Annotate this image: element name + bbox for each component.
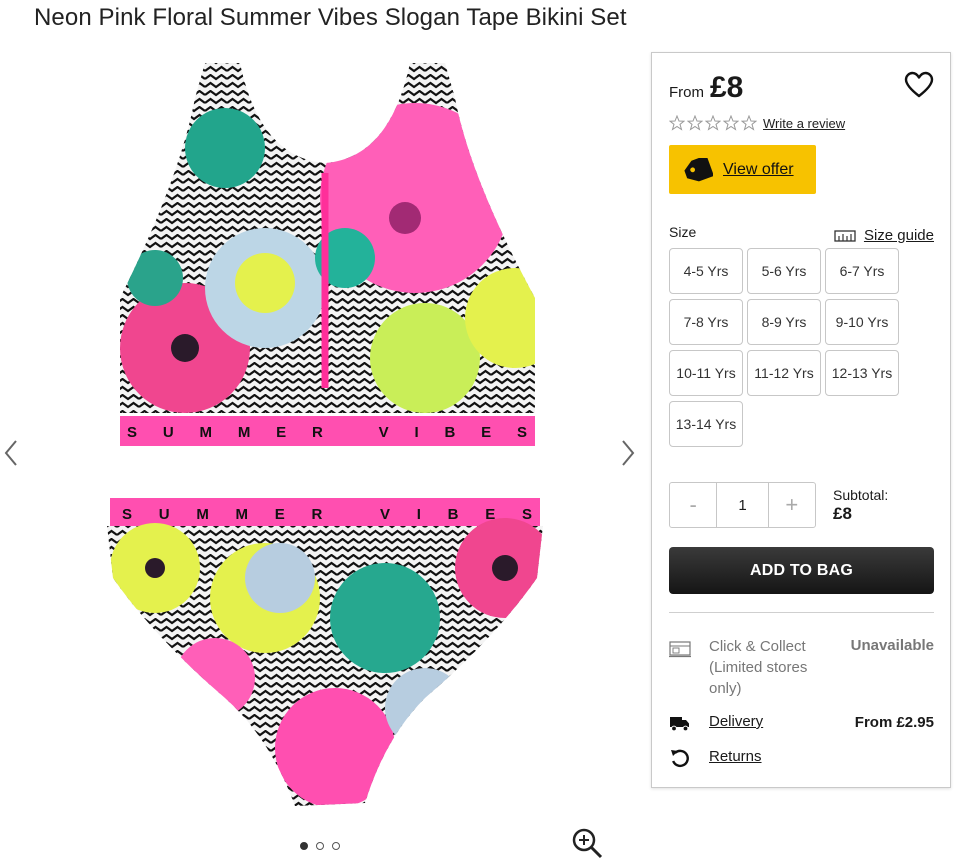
zoom-in-icon[interactable] xyxy=(570,826,604,860)
size-label: Size xyxy=(669,224,697,240)
returns-link[interactable]: Returns xyxy=(709,748,762,765)
size-option[interactable]: 8-9 Yrs xyxy=(747,299,821,345)
star-outline-icon[interactable] xyxy=(705,115,721,131)
carousel-dot[interactable] xyxy=(300,842,308,850)
click-collect-status: Unavailable xyxy=(850,637,934,654)
star-outline-icon[interactable] xyxy=(741,115,757,131)
subtotal-amount: £8 xyxy=(833,504,852,523)
divider xyxy=(669,612,934,613)
quantity-stepper: - 1 + xyxy=(669,482,816,528)
star-outline-icon[interactable] xyxy=(669,115,685,131)
store-icon xyxy=(669,641,691,658)
price-row: From £8 xyxy=(669,71,743,105)
quantity-input[interactable]: 1 xyxy=(716,483,769,527)
view-offer-button[interactable]: View offer xyxy=(669,145,816,194)
size-option[interactable]: 7-8 Yrs xyxy=(669,299,743,345)
write-review-link[interactable]: Write a review xyxy=(763,116,845,131)
ruler-icon xyxy=(834,229,856,242)
star-outline-icon[interactable] xyxy=(687,115,703,131)
quantity-decrease-button[interactable]: - xyxy=(670,483,716,527)
price-tag-icon xyxy=(684,157,713,181)
carousel-dots xyxy=(300,842,340,850)
star-outline-icon[interactable] xyxy=(723,115,739,131)
size-option[interactable]: 9-10 Yrs xyxy=(825,299,899,345)
click-collect-info: Click & Collect (Limited stores only) xyxy=(709,636,829,699)
size-option[interactable]: 4-5 Yrs xyxy=(669,248,743,294)
carousel-dot[interactable] xyxy=(316,842,324,850)
delivery-link[interactable]: Delivery xyxy=(709,713,763,730)
chevron-left-icon[interactable] xyxy=(2,438,22,468)
size-option[interactable]: 11-12 Yrs xyxy=(747,350,821,396)
price-from-label: From xyxy=(669,84,704,101)
subtotal: Subtotal: £8 xyxy=(833,487,888,524)
add-to-bag-button[interactable]: ADD TO BAG xyxy=(669,547,934,594)
click-collect-label: Click & Collect xyxy=(709,638,806,655)
price-value: £8 xyxy=(710,71,744,104)
chevron-right-icon[interactable] xyxy=(617,438,637,468)
view-offer-label: View offer xyxy=(723,160,794,178)
product-title: Neon Pink Floral Summer Vibes Slogan Tap… xyxy=(34,4,627,31)
size-option[interactable]: 13-14 Yrs xyxy=(669,401,743,447)
quantity-increase-button[interactable]: + xyxy=(769,483,815,527)
returns-icon xyxy=(671,749,689,768)
size-options: 4-5 Yrs 5-6 Yrs 6-7 Yrs 7-8 Yrs 8-9 Yrs … xyxy=(669,248,909,447)
delivery-truck-icon xyxy=(670,717,689,732)
carousel-dot[interactable] xyxy=(332,842,340,850)
click-collect-note: (Limited stores only) xyxy=(709,659,808,697)
size-option[interactable]: 6-7 Yrs xyxy=(825,248,899,294)
rating-stars: Write a review xyxy=(669,115,845,131)
size-guide-label: Size guide xyxy=(863,227,934,244)
heart-icon[interactable] xyxy=(904,71,934,99)
size-option[interactable]: 10-11 Yrs xyxy=(669,350,743,396)
size-guide-link[interactable]: Size guide xyxy=(834,227,934,244)
purchase-panel: From £8 Write a review View offer Size S… xyxy=(651,52,951,788)
size-option[interactable]: 12-13 Yrs xyxy=(825,350,899,396)
product-image: SUMMER VIBES SUMMER VIBES xyxy=(105,63,545,806)
delivery-price: From £2.95 xyxy=(854,714,934,731)
size-option[interactable]: 5-6 Yrs xyxy=(747,248,821,294)
subtotal-label: Subtotal: xyxy=(833,487,889,503)
product-gallery: SUMMER VIBES SUMMER VIBES xyxy=(0,48,640,859)
